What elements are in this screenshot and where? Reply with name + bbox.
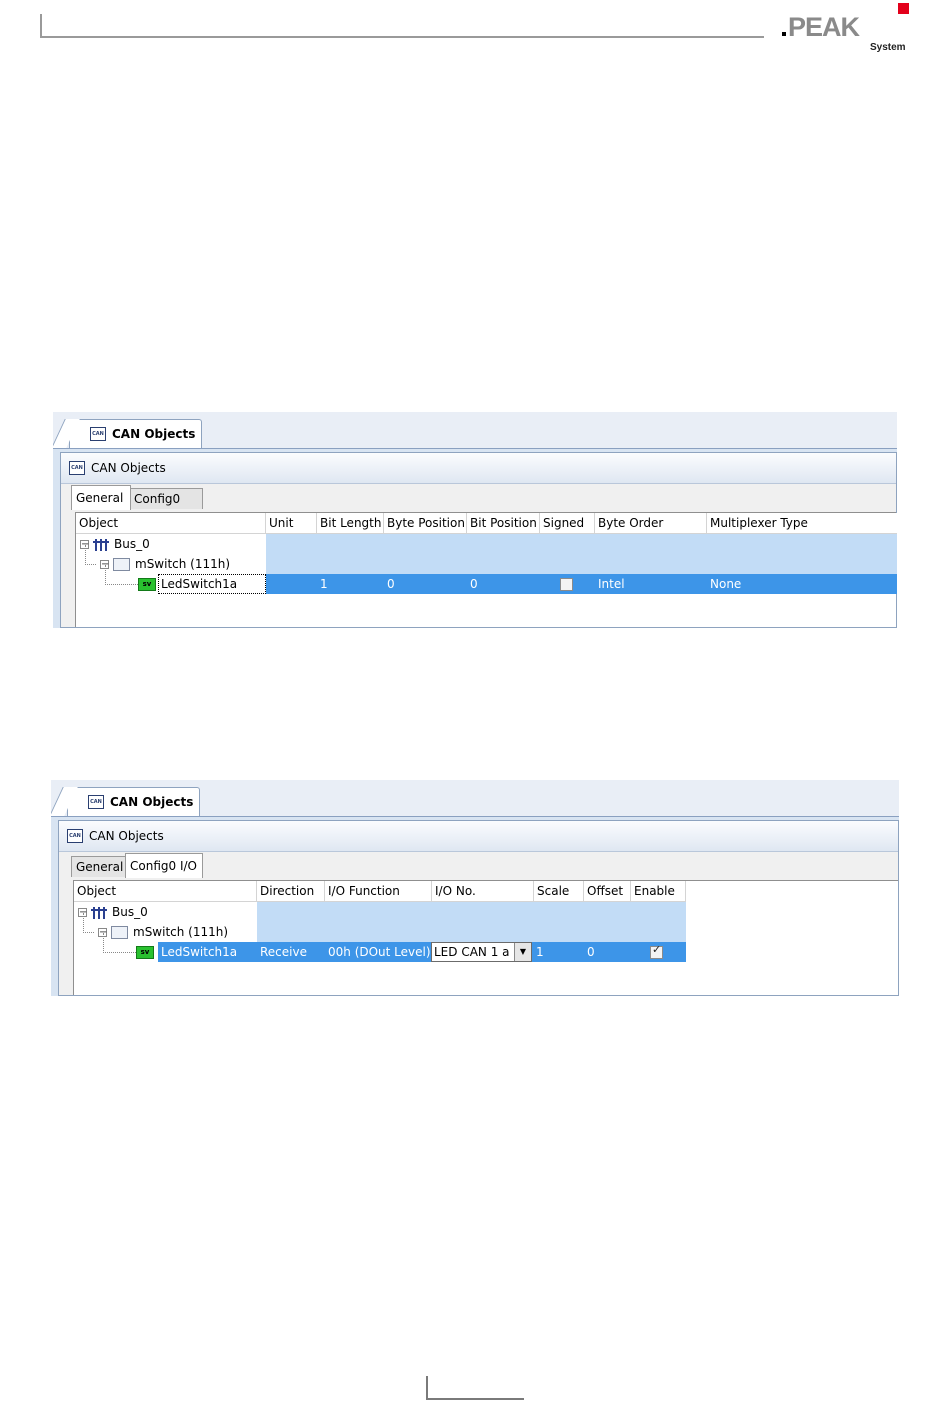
tab-general[interactable]: General [71,485,131,510]
tree-line [105,565,138,585]
col-direction[interactable]: Direction [257,881,325,901]
col-offset[interactable]: Offset [584,881,631,901]
col-byte-position[interactable]: Byte Position [384,513,467,533]
cell-byte-position[interactable]: 0 [384,574,395,594]
cell-byte-order[interactable]: Intel [595,574,625,594]
document-tab-can-objects[interactable]: CAN CAN Objects [51,787,201,816]
footer-rule [426,1376,524,1400]
selected-row-bg [266,574,897,594]
col-object[interactable]: Object [76,513,266,533]
signed-checkbox[interactable] [560,578,573,591]
signal-name-cell[interactable]: LedSwitch1a [158,942,237,962]
col-signed[interactable]: Signed [540,513,595,533]
document-tab-label: CAN Objects [110,795,194,809]
grid-header: Object Direction I/O Function I/O No. Sc… [74,881,686,902]
document-tab-strip: CAN CAN Objects [51,780,899,817]
tab-config0-io[interactable]: Config0 I/O [129,488,203,526]
message-label: mSwitch (111h) [135,557,231,571]
col-io-function[interactable]: I/O Function [325,881,432,901]
bus-label: Bus_0 [112,905,148,919]
cell-bit-length[interactable]: 1 [317,574,328,594]
enable-checkbox[interactable] [650,943,663,959]
col-multiplexer-type[interactable]: Multiplexer Type [707,513,897,533]
screenshot-general-tab: CAN CAN Objects CAN CAN Objects General … [53,412,897,628]
cell-direction[interactable]: Receive [257,942,307,962]
window-title-bar: CAN CAN Objects [61,453,896,484]
header-rule-vertical [40,14,42,38]
tree-node-signal[interactable]: sv [136,942,157,962]
header-rule [40,36,764,38]
col-byte-order[interactable]: Byte Order [595,513,707,533]
document-tab-strip: CAN CAN Objects [53,412,897,449]
io-no-value: LED CAN 1 a [434,945,510,959]
cell-bit-position[interactable]: 0 [467,574,478,594]
document-tab-label: CAN Objects [112,427,196,441]
window-title: CAN Objects [89,829,164,843]
cell-multiplexer-type[interactable]: None [707,574,741,594]
tree-line [103,933,136,953]
can-objects-window: CAN CAN Objects General Config0 I/O Obje… [58,820,899,996]
col-unit[interactable]: Unit [266,513,317,533]
tab-config0-io[interactable]: Config0 I/O [125,853,203,878]
col-scale[interactable]: Scale [534,881,584,901]
col-bit-length[interactable]: Bit Length [317,513,384,533]
cell-scale[interactable]: 1 [533,942,544,962]
objects-grid: Object Direction I/O Function I/O No. Sc… [73,880,898,995]
io-no-dropdown[interactable]: LED CAN 1 a ▼ [431,942,532,962]
window-title: CAN Objects [91,461,166,475]
row-highlight [257,902,686,942]
col-object[interactable]: Object [74,881,257,901]
document-tab-can-objects[interactable]: CAN CAN Objects [53,419,203,448]
can-icon: CAN [88,795,104,809]
can-icon: CAN [69,461,85,475]
cell-offset[interactable]: 0 [584,942,595,962]
bus-label: Bus_0 [114,537,150,551]
can-icon: CAN [67,829,83,843]
peak-system-logo: PEAK System [782,3,922,56]
message-label: mSwitch (111h) [133,925,229,939]
signal-name-cell[interactable]: LedSwitch1a [158,574,266,594]
window-title-bar: CAN CAN Objects [59,821,898,852]
logo-dot [782,32,786,36]
objects-grid: Object Unit Bit Length Byte Position Bit… [75,512,897,627]
grid-header: Object Unit Bit Length Byte Position Bit… [76,513,897,534]
cell-io-function[interactable]: 00h (DOut Level) [325,942,431,962]
signal-icon: sv [138,578,156,591]
logo-brand: PEAK [788,12,860,42]
can-objects-window: CAN CAN Objects General Config0 I/O Obje… [60,452,897,628]
chevron-down-icon[interactable]: ▼ [514,943,531,961]
col-bit-position[interactable]: Bit Position [467,513,540,533]
col-enable[interactable]: Enable [631,881,686,901]
signal-icon: sv [136,946,154,959]
can-icon: CAN [90,427,106,441]
tab-general[interactable]: General [71,856,131,877]
row-highlight [266,534,897,574]
screenshot-config-io-tab: CAN CAN Objects CAN CAN Objects General … [51,780,899,996]
col-io-no[interactable]: I/O No. [432,881,534,901]
tree-node-signal[interactable]: sv [138,574,159,594]
tree-line [85,545,96,565]
tree-line [83,913,94,933]
logo-subtitle: System [870,42,906,53]
logo-red-square [898,3,909,14]
